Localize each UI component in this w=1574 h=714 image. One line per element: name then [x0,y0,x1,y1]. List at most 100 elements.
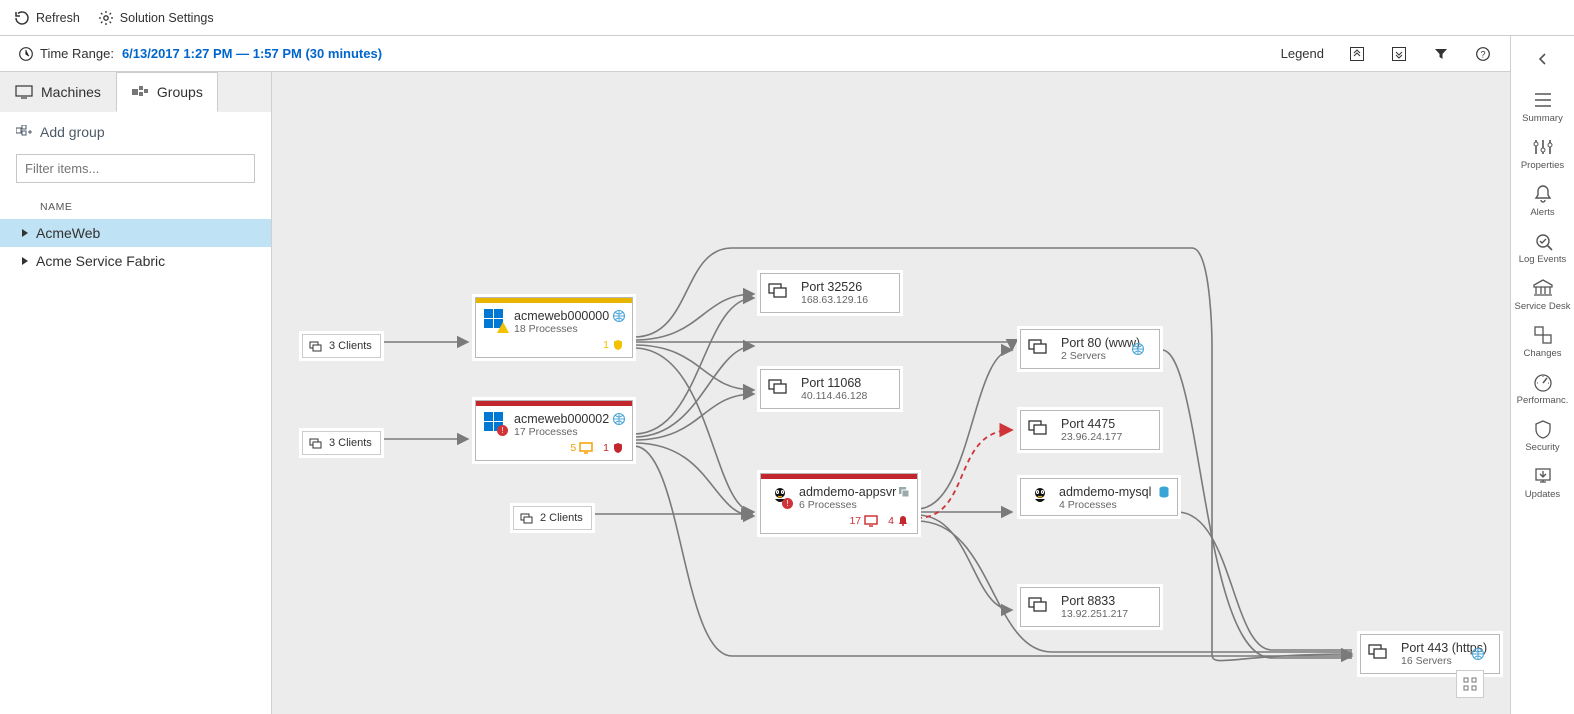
machine-node-m4[interactable]: admdemo-mysql4 Processes [1020,478,1178,516]
rail-label: Updates [1525,489,1560,500]
machine-sub: 18 Processes [514,323,609,335]
rail-alerts[interactable]: Alerts [1515,177,1571,224]
collapse-all-icon[interactable] [1348,45,1366,63]
group-icon [897,485,911,499]
summary-icon [1532,89,1554,111]
port-node[interactable]: Port 32526168.63.129.16 [760,273,900,313]
rail-label: Log Events [1519,254,1567,265]
chevron-left-icon [1537,52,1549,66]
servers-icon [1027,336,1049,358]
security-icon [1532,418,1554,440]
rail-logevents[interactable]: Log Events [1515,224,1571,271]
rail-label: Service Desk [1515,301,1571,312]
changes-icon [1532,324,1554,346]
rail-servicedesk[interactable]: Service Desk [1515,271,1571,318]
clients-node[interactable]: 3 Clients [302,431,381,455]
port-node[interactable]: Port 883313.92.251.217 [1020,587,1160,627]
time-range-value[interactable]: 6/13/2017 1:27 PM — 1:57 PM (30 minutes) [122,46,382,61]
rail-changes[interactable]: Changes [1515,318,1571,365]
clients-node[interactable]: 3 Clients [302,334,381,358]
servers-icon [520,511,534,525]
help-icon[interactable]: ? [1474,45,1492,63]
map-canvas[interactable]: 3 Clients 3 Clients 2 Clients acmeweb000000… [272,72,1510,714]
time-range-label: Time Range: [40,46,114,61]
rail-label: Performanc. [1517,395,1569,406]
expand-all-icon[interactable] [1390,45,1408,63]
machine-node-m1[interactable]: acmeweb00000018 Processes1 [475,297,633,358]
time-range-bar: Time Range: 6/13/2017 1:27 PM — 1:57 PM … [0,36,1510,72]
refresh-icon [14,10,30,26]
refresh-button[interactable]: Refresh [14,10,80,26]
machine-title: acmeweb000002 [514,412,609,426]
servers-icon [309,436,323,450]
servicedesk-icon [1532,277,1554,299]
filter-input[interactable] [16,154,255,183]
rail-label: Changes [1523,348,1561,359]
properties-icon [1532,136,1554,158]
badge: 4 [888,515,909,527]
monitor-icon [15,85,33,99]
servers-icon [309,339,323,353]
tree-item-1[interactable]: Acme Service Fabric [0,247,271,275]
badge: 5 [570,442,593,454]
performance-icon [1532,371,1554,393]
port-node[interactable]: Port 1106840.114.46.128 [760,369,900,409]
database-icon [1157,485,1171,499]
tree-item-0[interactable]: AcmeWeb [0,219,271,247]
add-group-label: Add group [40,124,105,140]
rail-performance[interactable]: Performanc. [1515,365,1571,412]
legend-button[interactable]: Legend [1281,46,1324,61]
port-node[interactable]: Port 443 (https)16 Servers [1360,634,1500,674]
port-title: Port 32526 [801,280,891,294]
rail-properties[interactable]: Properties [1515,130,1571,177]
tab-groups[interactable]: Groups [116,72,218,112]
left-panel: Machines Groups Add group NAME AcmeWebAc… [0,72,272,714]
clients-label: 3 Clients [329,437,372,449]
rail-summary[interactable]: Summary [1515,83,1571,130]
os-icon: ! [484,412,506,434]
tab-machines-label: Machines [41,84,101,100]
port-sub: 13.92.251.217 [1061,608,1151,620]
globe-icon [1131,342,1145,356]
groups-icon [131,85,149,99]
globe-icon [612,412,626,426]
settings-label: Solution Settings [120,11,214,25]
tree-item-label: Acme Service Fabric [36,253,165,269]
port-sub: 23.96.24.177 [1061,431,1151,443]
rail-updates[interactable]: Updates [1515,459,1571,506]
clients-node[interactable]: 2 Clients [513,506,592,530]
rail-label: Properties [1521,160,1564,171]
svg-text:?: ? [1480,49,1485,59]
rail-label: Summary [1522,113,1563,124]
tab-machines[interactable]: Machines [0,72,116,112]
servers-icon [767,280,789,302]
os-icon [484,309,506,331]
right-rail: Summary Properties Alerts Log Events Service… [1510,36,1574,714]
rail-security[interactable]: Security [1515,412,1571,459]
port-title: Port 4475 [1061,417,1151,431]
solution-settings-button[interactable]: Solution Settings [98,10,214,26]
clients-label: 3 Clients [329,340,372,352]
add-group-button[interactable]: Add group [0,112,271,146]
servers-icon [1027,594,1049,616]
machine-node-m3[interactable]: !admdemo-appsvr6 Processes174 [760,473,918,534]
servers-icon [1367,641,1389,663]
refresh-label: Refresh [36,11,80,25]
servers-icon [1027,417,1049,439]
clock-icon [18,46,34,62]
tree-item-label: AcmeWeb [36,225,100,241]
caret-icon [22,229,28,237]
machine-title: acmeweb000000 [514,309,609,323]
fit-to-screen-button[interactable] [1456,670,1484,698]
port-node[interactable]: Port 80 (www)2 Servers [1020,329,1160,369]
tab-groups-label: Groups [157,84,203,100]
machine-node-m2[interactable]: !acmeweb00000217 Processes51 [475,400,633,461]
port-node[interactable]: Port 447523.96.24.177 [1020,410,1160,450]
badge: 17 [849,515,878,527]
machine-title: admdemo-mysql [1059,485,1151,499]
clients-label: 2 Clients [540,512,583,524]
machine-sub: 6 Processes [799,499,896,511]
filter-icon[interactable] [1432,45,1450,63]
collapse-rail-button[interactable] [1511,48,1574,79]
machine-sub: 17 Processes [514,426,609,438]
